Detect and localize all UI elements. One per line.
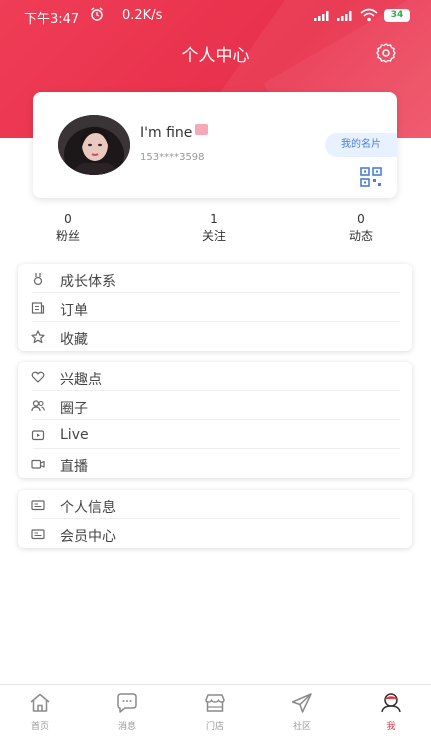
tab-label: 我 (386, 722, 396, 732)
settings-gear-icon[interactable] (375, 42, 397, 64)
signal-icon (337, 11, 352, 21)
status-bar: 下午3:47 0.2K/s 34 (0, 0, 431, 32)
tab-messages[interactable]: 消息 (97, 691, 157, 732)
menu-item-growth[interactable]: 成长体系 (18, 264, 412, 293)
signal-icon (314, 11, 329, 21)
send-icon (291, 693, 312, 713)
tab-community[interactable]: 社区 (272, 691, 332, 732)
bottom-tab-bar: 首页 消息 门店 社区 我 (0, 684, 431, 742)
gender-badge-icon (195, 124, 208, 135)
profile-card[interactable]: I'm fine 153****3598 我的名片 (33, 92, 397, 198)
order-icon (31, 302, 45, 314)
menu-group-profile: 个人信息 会员中心 (18, 490, 412, 548)
live-icon (31, 430, 45, 441)
stat-label: 关注 (201, 229, 226, 243)
menu-item-orders[interactable]: 订单 (18, 293, 412, 322)
menu-item-label: 收藏 (60, 332, 88, 348)
menu-item-label: 会员中心 (60, 529, 116, 545)
menu-item-label: 个人信息 (60, 500, 116, 516)
menu-item-label: 兴趣点 (60, 372, 102, 388)
stat-following[interactable]: 1 关注 (184, 212, 244, 244)
people-icon (31, 400, 45, 412)
menu-item-member-center[interactable]: 会员中心 (18, 519, 412, 548)
tab-label: 门店 (205, 722, 224, 732)
stat-value: 0 (357, 212, 365, 226)
stat-label: 动态 (348, 229, 373, 243)
username: I'm fine (140, 125, 193, 141)
member-card-icon (31, 529, 45, 540)
stat-value: 1 (210, 212, 218, 226)
stat-posts[interactable]: 0 动态 (331, 212, 391, 244)
status-time: 下午3:47 (24, 12, 80, 27)
menu-item-label: 圈子 (60, 401, 88, 417)
menu-item-label: 订单 (60, 303, 88, 319)
menu-item-live[interactable]: Live (18, 420, 412, 449)
store-icon (205, 694, 225, 712)
menu-item-favorites[interactable]: 收藏 (18, 322, 412, 351)
menu-item-interests[interactable]: 兴趣点 (18, 362, 412, 391)
network-speed: 0.2K/s (122, 8, 163, 23)
user-icon (381, 693, 401, 713)
tab-label: 社区 (292, 722, 311, 732)
page-title: 个人中心 (181, 46, 250, 66)
tab-stores[interactable]: 门店 (185, 691, 245, 732)
stat-value: 0 (64, 212, 72, 226)
menu-item-circles[interactable]: 圈子 (18, 391, 412, 420)
menu-group-account: 成长体系 订单 收藏 (18, 264, 412, 351)
phone-number: 153****3598 (140, 152, 205, 163)
home-icon (30, 693, 50, 712)
message-icon (117, 693, 137, 713)
qr-code-icon[interactable] (360, 167, 382, 187)
camera-icon (31, 459, 45, 469)
tab-me[interactable]: 我 (361, 691, 421, 732)
id-card-icon (31, 500, 45, 511)
alarm-icon (91, 7, 103, 21)
my-card-button[interactable]: 我的名片 (325, 133, 397, 157)
menu-item-broadcast[interactable]: 直播 (18, 449, 412, 478)
heart-icon (31, 371, 45, 383)
stat-fans[interactable]: 0 粉丝 (38, 212, 98, 244)
menu-item-label: 直播 (60, 459, 88, 475)
stat-label: 粉丝 (55, 229, 80, 243)
tab-label: 消息 (117, 722, 136, 732)
menu-group-interests: 兴趣点 圈子 Live 直播 (18, 362, 412, 478)
tab-home[interactable]: 首页 (10, 691, 70, 732)
menu-item-personal-info[interactable]: 个人信息 (18, 490, 412, 519)
battery-icon: 34 (384, 9, 410, 22)
star-icon (31, 330, 45, 344)
menu-item-label: 成长体系 (60, 274, 116, 290)
wifi-icon (360, 8, 378, 22)
menu-item-label: Live (60, 427, 89, 443)
medal-icon (33, 273, 43, 286)
avatar[interactable] (58, 115, 130, 175)
tab-label: 首页 (30, 722, 49, 732)
